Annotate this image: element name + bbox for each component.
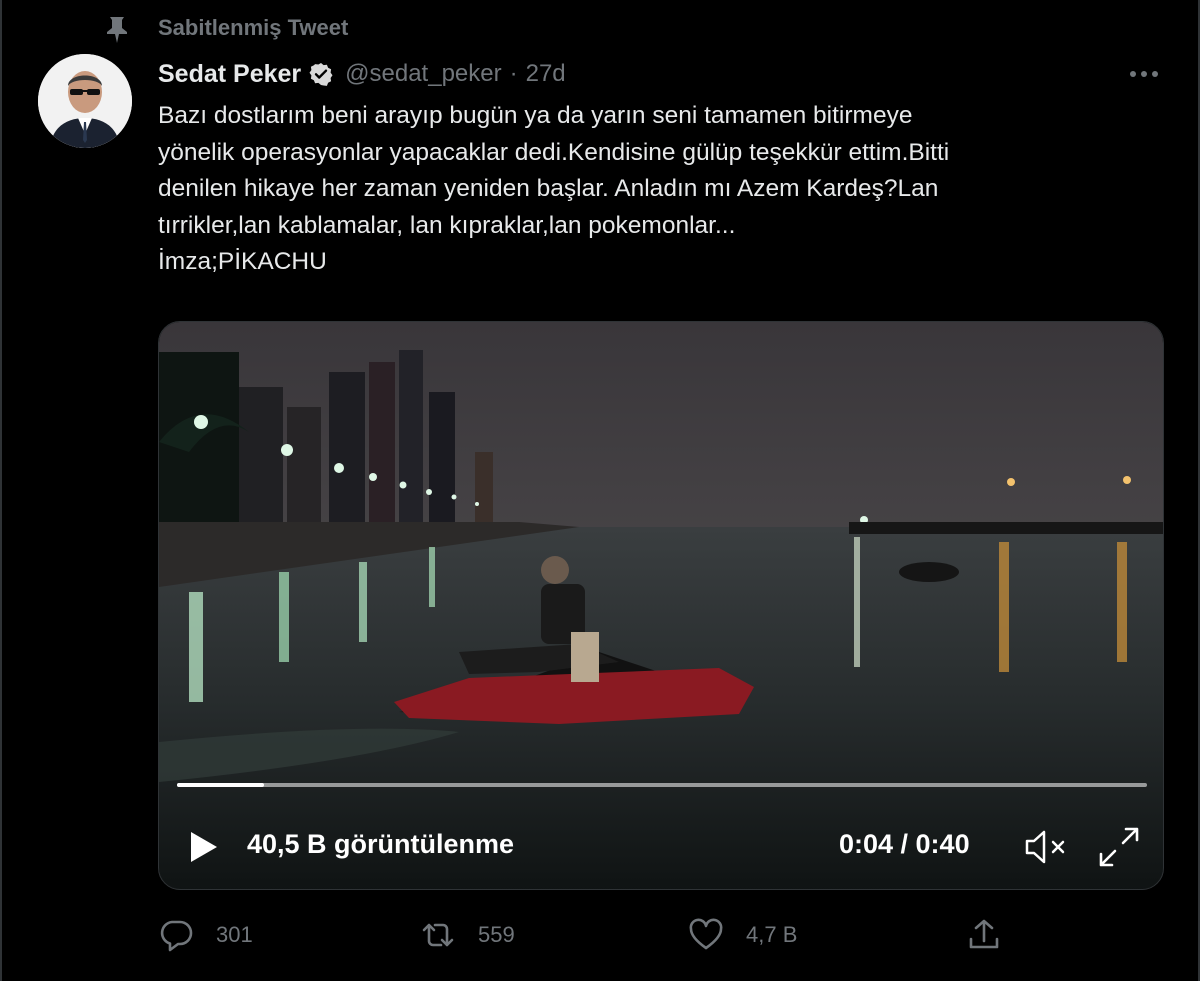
retweet-count: 559	[478, 922, 515, 947]
verified-badge-icon	[309, 63, 333, 86]
like-icon	[689, 918, 723, 950]
display-name[interactable]: Sedat Peker	[158, 60, 301, 89]
avatar-image	[38, 54, 132, 148]
tweet-actions: 301 559 4,7 B	[158, 912, 1008, 958]
separator-dot: ·	[509, 60, 518, 87]
reply-button[interactable]: 301	[158, 912, 253, 958]
more-options-icon[interactable]	[1126, 62, 1162, 86]
avatar[interactable]	[38, 54, 132, 148]
video-time: 0:04 / 0:40	[839, 829, 970, 859]
reply-count: 301	[216, 922, 253, 947]
share-button[interactable]	[966, 912, 1002, 958]
video-player[interactable]: 40,5 B görüntülenme 0:04 / 0:40	[158, 321, 1164, 890]
share-icon	[969, 919, 999, 949]
tweet-header: Sedat Peker @sedat_peker · 27d	[158, 56, 566, 92]
reply-icon	[160, 920, 193, 952]
like-count: 4,7 B	[746, 922, 798, 947]
retweet-button[interactable]: 559	[420, 912, 515, 958]
fullscreen-icon[interactable]	[1097, 825, 1141, 869]
video-progress-bar[interactable]	[177, 783, 1147, 787]
pin-icon	[107, 17, 127, 43]
play-icon[interactable]	[183, 827, 223, 867]
pinned-tweet-label: Sabitlenmiş Tweet	[158, 15, 349, 40]
tweet-text: Bazı dostlarım beni arayıp bugün ya da y…	[158, 102, 950, 275]
handle[interactable]: @sedat_peker	[345, 60, 501, 88]
video-frame	[159, 322, 1163, 889]
mute-icon[interactable]	[1023, 827, 1069, 867]
retweet-icon	[422, 923, 454, 947]
tweet-timestamp[interactable]: 27d	[526, 60, 566, 88]
video-progress-fill	[177, 783, 265, 787]
like-button[interactable]: 4,7 B	[688, 912, 797, 958]
view-count: 40,5 B görüntülenme	[247, 829, 515, 859]
